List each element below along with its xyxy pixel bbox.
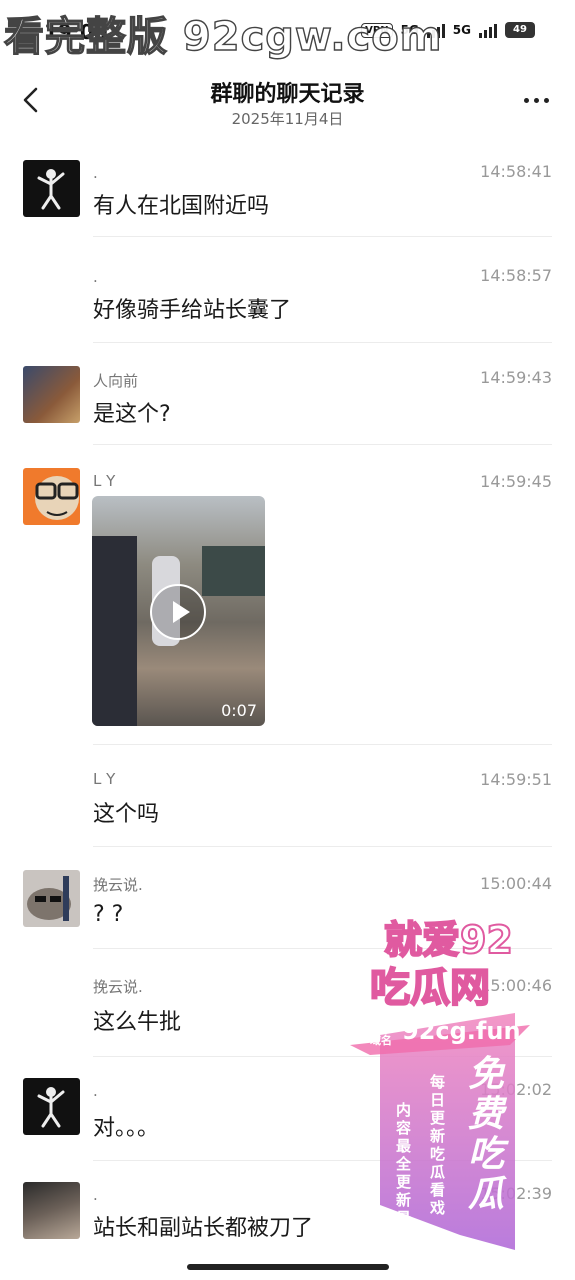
- person-figure: [92, 536, 137, 726]
- vehicles: [202, 546, 265, 596]
- message-text[interactable]: 好像骑手给站长囊了: [93, 292, 291, 324]
- sender-name: .: [93, 1082, 98, 1100]
- message-text[interactable]: 这个吗: [93, 796, 159, 828]
- ad-overlay[interactable]: 就爱92 吃瓜网 永久域名 92cg.fun 每日更新 吃瓜看戏 内容最全 更新…: [340, 905, 555, 1250]
- sender-name: .: [93, 164, 98, 182]
- ad-tagline1: 每日更新 吃瓜看戏: [430, 1073, 446, 1217]
- message-time: 14:58:41: [480, 162, 552, 181]
- battery-icon: 49: [505, 22, 535, 38]
- avatar-cat[interactable]: [23, 870, 80, 927]
- video-thumbnail[interactable]: 0:07: [92, 496, 265, 726]
- sender-name: L Y: [93, 770, 116, 788]
- sender-name: .: [93, 268, 98, 286]
- cat-sunglasses-icon: [27, 876, 71, 921]
- sender-name: L Y: [93, 472, 116, 490]
- signal-icon-2: [479, 22, 497, 38]
- divider: [93, 846, 552, 847]
- watermark-text: 看完整版 92cgw.com: [3, 13, 443, 60]
- avatar-skeleton[interactable]: [23, 1078, 80, 1135]
- sender-name: 挽云说.: [93, 978, 143, 996]
- page-subtitle-date: 2025年11月4日: [231, 110, 344, 128]
- avatar-skeleton[interactable]: [23, 160, 80, 217]
- avatar-cartoon[interactable]: [23, 366, 80, 423]
- avatar-glasses[interactable]: [23, 468, 80, 525]
- message-text[interactable]: 是这个?: [93, 396, 171, 428]
- page-title: 群聊的聊天记录: [210, 82, 365, 107]
- skeleton-icon: [37, 1087, 65, 1128]
- message-text[interactable]: 站长和副站长都被刀了: [93, 1210, 313, 1242]
- avatar-hooded-person[interactable]: [23, 1182, 80, 1239]
- divider: [93, 444, 552, 445]
- message-text[interactable]: ? ?: [93, 902, 123, 927]
- ad-tagline2: 内容最全 更新最快: [396, 1101, 412, 1245]
- more-options-icon[interactable]: [524, 98, 549, 103]
- message-time: 14:59:51: [480, 770, 552, 789]
- ad-big-text: 免费吃瓜: [468, 1054, 505, 1215]
- ad-line2: 吃瓜网: [369, 964, 491, 1012]
- video-duration: 0:07: [221, 701, 257, 720]
- message-time: 14:59:43: [480, 368, 552, 387]
- message-text[interactable]: 有人在北国附近吗: [93, 188, 269, 220]
- divider: [93, 342, 552, 343]
- message-time: 14:59:45: [480, 472, 552, 491]
- message-time: 14:58:57: [480, 266, 552, 285]
- divider: [93, 744, 552, 745]
- home-indicator[interactable]: [187, 1264, 389, 1270]
- message-time: 15:00:44: [480, 874, 552, 893]
- message-text[interactable]: 这么牛批: [93, 1004, 181, 1036]
- sender-name: 挽云说.: [93, 876, 143, 894]
- skeleton-icon: [37, 169, 65, 210]
- glasses-face-icon: [35, 476, 79, 520]
- network-5g-label-2: 5G: [452, 23, 471, 37]
- ad-domain-label: 永久域名: [370, 1021, 392, 1047]
- message-text[interactable]: 对。。。: [93, 1110, 159, 1142]
- divider: [93, 236, 552, 237]
- sender-name: 人向前: [93, 372, 139, 390]
- ad-domain[interactable]: 92cg.fun: [402, 1017, 521, 1045]
- play-icon[interactable]: [150, 584, 206, 640]
- sender-name: .: [93, 1186, 98, 1204]
